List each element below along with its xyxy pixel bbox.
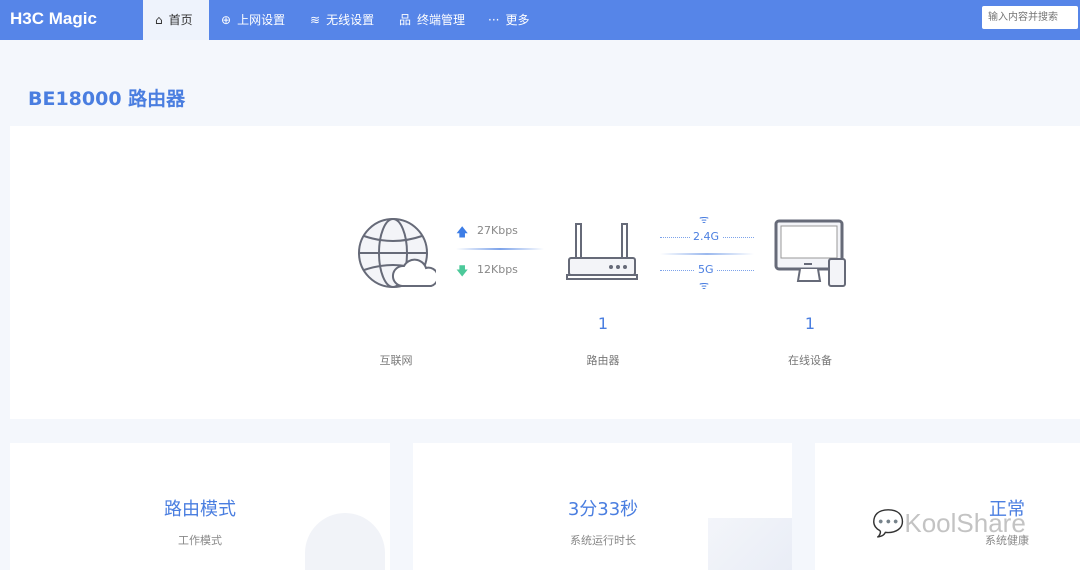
search-input[interactable] xyxy=(982,6,1078,29)
wifi-24g-icon: ᯤ xyxy=(699,213,710,226)
band-5g-label: 5G xyxy=(695,263,717,276)
internet-label: 互联网 xyxy=(379,354,413,367)
wan-link-line xyxy=(456,248,544,250)
system-health-card[interactable]: 正常 系统健康 xyxy=(815,443,1080,570)
router-label: 路由器 xyxy=(586,354,620,367)
network-icon: 品 xyxy=(399,13,412,27)
devices-icon[interactable] xyxy=(774,219,848,289)
uptime-label: 系统运行时长 xyxy=(570,534,636,547)
nav-home[interactable]: ⌂ 首页 xyxy=(143,0,209,40)
download-arrow-icon: 🡇 xyxy=(456,264,469,278)
nav-wireless-settings[interactable]: ≋ 无线设置 xyxy=(298,0,386,40)
router-count: 1 xyxy=(597,314,609,333)
nav-internet-settings[interactable]: ⊕ 上网设置 xyxy=(209,0,297,40)
wechat-icon: 💬 xyxy=(872,508,905,538)
topology-card: 🡅 27Kbps 🡇 12Kbps ᯤ 2.4G 5G ᯤ 1 1 互联网 路由… xyxy=(10,126,1080,419)
upload-arrow-icon: 🡅 xyxy=(456,225,469,239)
nav-more[interactable]: ··· 更多 xyxy=(476,0,541,40)
lan-link-line xyxy=(660,253,754,255)
wifi-5g-icon: ᯤ xyxy=(699,279,710,292)
download-speed: 12Kbps xyxy=(477,263,518,276)
nav-label: 终端管理 xyxy=(417,13,466,27)
globe-icon: ⊕ xyxy=(221,13,232,27)
work-mode-card[interactable]: 路由模式 工作模式 xyxy=(10,443,390,570)
home-icon: ⌂ xyxy=(155,13,163,27)
page-title: BE18000 路由器 xyxy=(28,88,186,110)
work-mode-label: 工作模式 xyxy=(178,534,222,547)
nav-label: 无线设置 xyxy=(326,13,375,27)
online-devices-label: 在线设备 xyxy=(788,354,832,367)
router-icon[interactable] xyxy=(566,222,640,284)
logo[interactable]: H3C Magic xyxy=(10,9,97,29)
more-icon: ··· xyxy=(488,13,500,27)
nav-label: 更多 xyxy=(505,13,530,27)
internet-globe-icon[interactable] xyxy=(356,218,436,290)
wifi-icon: ≋ xyxy=(310,13,321,27)
band-24g-label: 2.4G xyxy=(690,230,723,243)
top-nav: H3C Magic ⌂ 首页 ⊕ 上网设置 ≋ 无线设置 品终端管理 ··· 更多 xyxy=(0,0,1080,40)
device-count[interactable]: 1 xyxy=(790,314,830,333)
nav-label: 首页 xyxy=(168,13,193,27)
uptime-card[interactable]: 3分33秒 系统运行时长 xyxy=(413,443,792,570)
work-mode-value: 路由模式 xyxy=(164,499,236,520)
watermark-text: KoolShare xyxy=(904,508,1026,538)
nav-terminal-management[interactable]: 品终端管理 xyxy=(387,0,477,40)
nav-label: 上网设置 xyxy=(237,13,286,27)
watermark: 💬KoolShare xyxy=(872,508,1026,539)
upload-speed: 27Kbps xyxy=(477,224,518,237)
uptime-value: 3分33秒 xyxy=(567,499,639,520)
